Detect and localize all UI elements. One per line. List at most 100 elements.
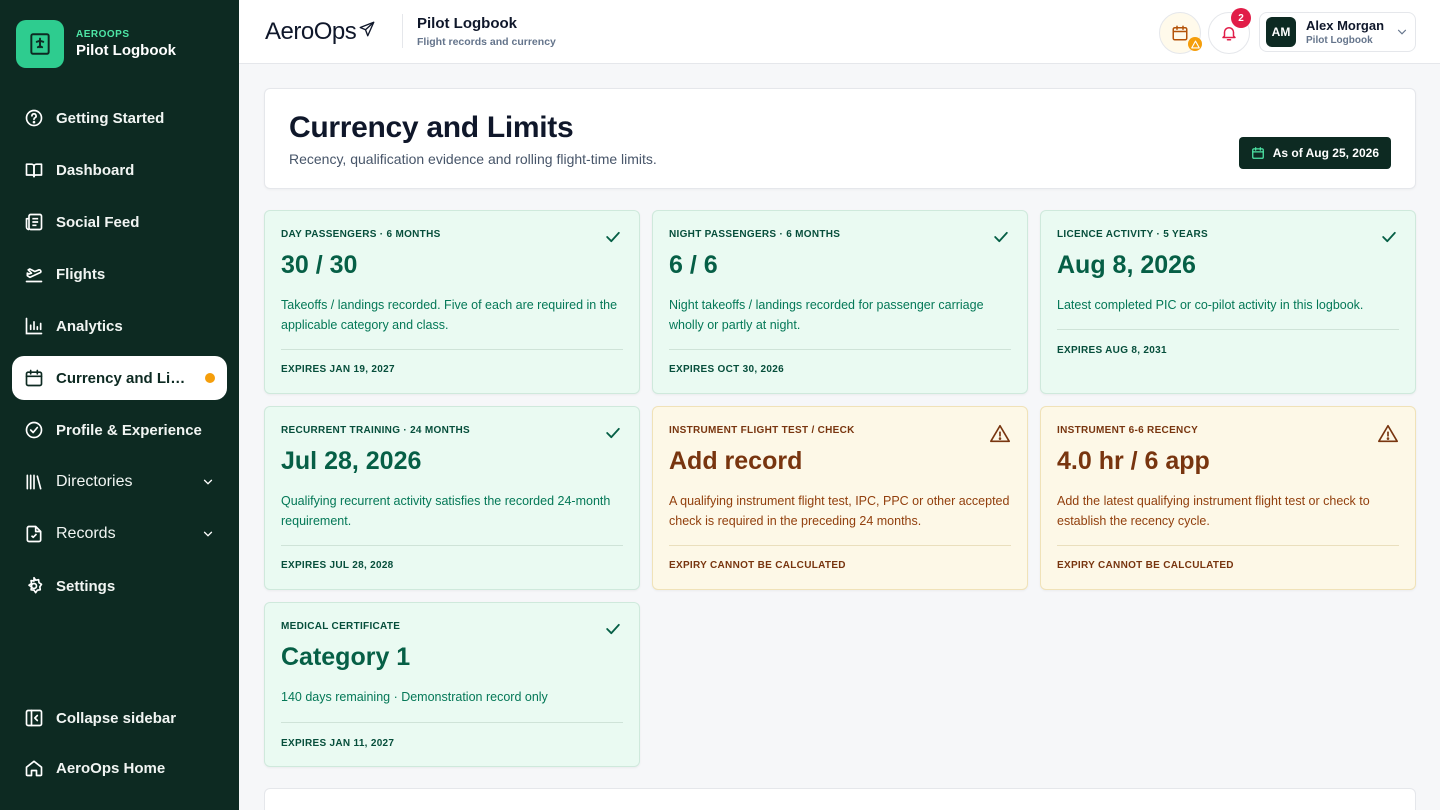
sidebar-item-getting-started[interactable]: Getting Started: [12, 96, 227, 140]
divider: [669, 349, 1011, 350]
logbook-logo-icon: [16, 20, 64, 68]
sidebar-item-currency-and-limits[interactable]: Currency and Limits: [12, 356, 227, 400]
card-expiry: EXPIRY CANNOT BE CALCULATED: [669, 560, 846, 571]
currency-card-medical-certificate[interactable]: MEDICAL CERTIFICATE Category 1 140 days …: [264, 602, 640, 767]
app-title: Pilot Logbook: [417, 15, 517, 32]
book-open-icon: [24, 160, 44, 180]
sidebar-item-records[interactable]: Records: [12, 512, 227, 556]
sidebar-item-dashboard[interactable]: Dashboard: [12, 148, 227, 192]
warning-icon: [989, 423, 1011, 450]
sidebar-item-label: Getting Started: [56, 109, 165, 127]
chevron-down-icon: [1395, 25, 1409, 39]
sidebar-item-flights[interactable]: Flights: [12, 252, 227, 296]
collapse-sidebar-label: Collapse sidebar: [56, 709, 177, 727]
sidebar-item-profile-experience[interactable]: Profile & Experience: [12, 408, 227, 452]
card-description: Add the latest qualifying instrument fli…: [1057, 494, 1370, 528]
sidebar-item-label: Social Feed: [56, 213, 140, 231]
check-icon: [1379, 227, 1399, 252]
paper-plane-icon: [358, 20, 376, 38]
logo-text: AeroOps: [265, 18, 357, 45]
card-expiry: EXPIRES JAN 11, 2027: [281, 738, 395, 749]
brand[interactable]: AEROOPS Pilot Logbook: [16, 20, 176, 68]
sidebar-item-label: Currency and Limits: [56, 369, 197, 387]
sidebar-item-analytics[interactable]: Analytics: [12, 304, 227, 348]
chevron-down-icon[interactable]: [201, 527, 215, 541]
bar-chart-icon: [24, 316, 44, 336]
sidebar-item-label: Dashboard: [56, 161, 135, 179]
calendar-icon: [1171, 24, 1189, 42]
chevron-down-icon[interactable]: [201, 475, 215, 489]
card-value: Add record: [669, 447, 803, 475]
sidebar-item-label: Records: [56, 525, 116, 542]
card-description: Latest completed PIC or co-pilot activit…: [1057, 298, 1364, 312]
library-icon: [24, 472, 44, 492]
sidebar: AEROOPS Pilot Logbook Getting Started Da…: [0, 0, 239, 810]
page-subtitle: Recency, qualification evidence and roll…: [289, 151, 657, 167]
brand-company: AEROOPS: [76, 29, 130, 40]
file-icon: [24, 524, 44, 544]
currency-card-licence-activity[interactable]: LICENCE ACTIVITY · 5 YEARS Aug 8, 2026 L…: [1040, 210, 1416, 394]
sidebar-item-label: Settings: [56, 577, 116, 595]
card-description: 140 days remaining · Demonstration recor…: [281, 690, 548, 704]
aeroops-home-label: AeroOps Home: [56, 759, 166, 777]
notifications-button[interactable]: 2: [1208, 8, 1251, 54]
check-icon: [991, 227, 1011, 252]
currency-card-instrument-recency[interactable]: INSTRUMENT 6-6 RECENCY 4.0 hr / 6 app Ad…: [1040, 406, 1416, 590]
sidebar-item-directories[interactable]: Directories: [12, 460, 227, 504]
card-expiry: EXPIRES AUG 8, 2031: [1057, 345, 1167, 356]
currency-card-recurrent-training[interactable]: RECURRENT TRAINING · 24 MONTHS Jul 28, 2…: [264, 406, 640, 590]
page-title: Currency and Limits: [289, 111, 574, 144]
aeroops-home-link[interactable]: AeroOps Home: [12, 746, 227, 790]
card-label: RECURRENT TRAINING · 24 MONTHS: [281, 425, 471, 436]
divider: [281, 722, 623, 723]
divider: [281, 545, 623, 546]
user-menu[interactable]: AM Alex Morgan Pilot Logbook: [1259, 12, 1416, 52]
collapse-sidebar-button[interactable]: Collapse sidebar: [12, 696, 227, 740]
user-role: Pilot Logbook: [1306, 35, 1373, 46]
collapse-sidebar-icon: [24, 708, 44, 728]
card-expiry: EXPIRES JAN 19, 2027: [281, 364, 395, 375]
card-description: Night takeoffs / landings recorded for p…: [669, 298, 984, 332]
card-value: 6 / 6: [669, 251, 718, 279]
card-label: MEDICAL CERTIFICATE: [281, 621, 401, 632]
currency-card-night-passengers[interactable]: NIGHT PASSENGERS · 6 MONTHS 6 / 6 Night …: [652, 210, 1028, 394]
card-expiry: EXPIRES OCT 30, 2026: [669, 364, 784, 375]
as-of-date-label: As of Aug 25, 2026: [1272, 146, 1379, 160]
card-label: INSTRUMENT 6-6 RECENCY: [1057, 425, 1199, 436]
divider: [1057, 545, 1399, 546]
card-value: Aug 8, 2026: [1057, 251, 1196, 279]
sidebar-item-label: Analytics: [56, 317, 123, 335]
newspaper-icon: [24, 212, 44, 232]
check-icon: [603, 227, 623, 252]
aeroops-logo[interactable]: AeroOps: [265, 18, 376, 46]
help-circle-icon: [24, 108, 44, 128]
attention-dot: [205, 373, 215, 383]
divider: [669, 545, 1011, 546]
sidebar-item-label: Flights: [56, 265, 106, 283]
currency-card-day-passengers[interactable]: DAY PASSENGERS · 6 MONTHS 30 / 30 Takeof…: [264, 210, 640, 394]
divider: [1057, 329, 1399, 330]
brand-product: Pilot Logbook: [76, 42, 176, 59]
card-description: Takeoffs / landings recorded. Five of ea…: [281, 298, 618, 332]
divider: [402, 14, 403, 48]
as-of-date-button[interactable]: As of Aug 25, 2026: [1238, 137, 1391, 169]
app-subtitle: Flight records and currency: [417, 36, 556, 48]
avatar: AM: [1266, 17, 1296, 47]
calendar-icon: [1251, 147, 1264, 159]
card-value: Jul 28, 2026: [281, 447, 422, 475]
card-expiry: EXPIRY CANNOT BE CALCULATED: [1057, 560, 1234, 571]
card-label: INSTRUMENT FLIGHT TEST / CHECK: [669, 425, 855, 436]
plane-takeoff-icon: [24, 264, 44, 284]
sidebar-item-settings[interactable]: Settings: [12, 564, 227, 608]
next-section-card: [264, 788, 1416, 810]
card-value: 30 / 30: [281, 251, 358, 279]
divider: [281, 349, 623, 350]
currency-alerts-button[interactable]: [1159, 12, 1202, 54]
currency-card-instrument-flight-test[interactable]: INSTRUMENT FLIGHT TEST / CHECK Add recor…: [652, 406, 1028, 590]
sidebar-nav: Getting Started Dashboard Social Feed Fl…: [12, 96, 227, 616]
warning-icon: [1377, 423, 1399, 450]
sidebar-item-social-feed[interactable]: Social Feed: [12, 200, 227, 244]
page-header: Currency and Limits Recency, qualificati…: [264, 88, 1416, 189]
sidebar-footer: Collapse sidebar AeroOps Home: [12, 696, 227, 796]
card-expiry: EXPIRES JUL 28, 2028: [281, 560, 394, 571]
